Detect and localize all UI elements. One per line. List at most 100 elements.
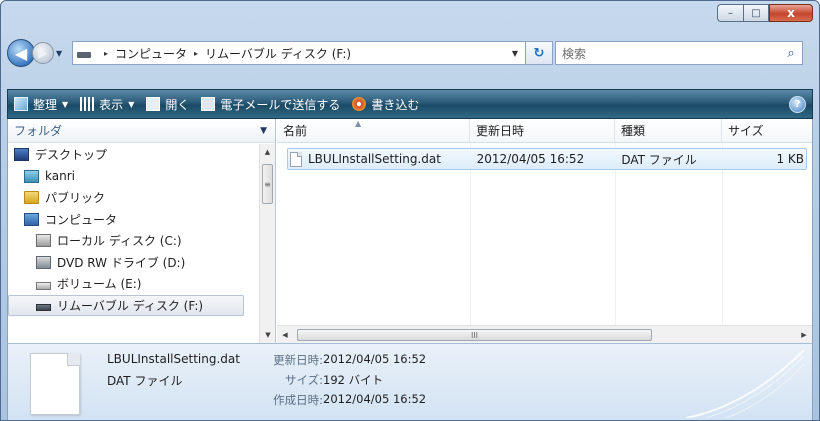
folder-tree: デスクトップ kanri パブリック コンピュータ ローカル ディスク (C:)	[8, 144, 258, 343]
property-modified: 更新日時: 2012/04/05 16:52	[263, 352, 426, 372]
dvd-drive-icon	[36, 255, 51, 269]
decorative-swoosh	[685, 349, 805, 418]
column-gridlines	[277, 143, 812, 325]
column-headers: ▲ 名前 更新日時 種類 サイズ	[277, 119, 812, 143]
content-area: フォルダ ▼ デスクトップ kanri パブリック コンピュータ ローカル ディ…	[7, 119, 813, 343]
tree-item-dvd-drive-d[interactable]: DVD RW ドライブ (D:)	[8, 252, 258, 274]
tree-item-local-disk-c[interactable]: ローカル ディスク (C:)	[8, 230, 258, 252]
property-value: 2012/04/05 16:52	[323, 392, 427, 406]
file-horizontal-scrollbar[interactable]: ◀ III ▶	[277, 325, 812, 343]
search-input[interactable]: 検索 ⌕	[555, 41, 803, 65]
property-size: サイズ: 192 バイト	[263, 372, 426, 392]
file-size-cell: 1 KB	[776, 152, 804, 166]
scroll-right-arrow-icon[interactable]: ▶	[796, 326, 812, 344]
explorer-window: – □ x ◀ ▶ ▼ ▸ コンピュータ ▸ リムーバブル ディスク (F:) …	[0, 0, 820, 421]
organize-button[interactable]: 整理 ▼	[14, 96, 68, 113]
views-label: 表示	[99, 97, 124, 112]
forward-button[interactable]: ▶	[32, 42, 54, 64]
tree-item-label: ローカル ディスク (C:)	[57, 234, 182, 249]
file-list-pane: ▲ 名前 更新日時 種類 サイズ LBULInstallSetting.dat …	[277, 119, 812, 343]
column-header-size[interactable]: サイズ	[722, 119, 809, 142]
details-file-name: LBULInstallSetting.dat	[107, 352, 240, 366]
column-header-date[interactable]: 更新日時	[470, 119, 615, 142]
property-label: サイズ:	[284, 373, 323, 387]
open-label: 開く	[165, 97, 190, 112]
scroll-thumb[interactable]: III	[297, 329, 652, 341]
minimize-button[interactable]: –	[717, 4, 743, 22]
local-disk-icon	[36, 234, 51, 248]
file-name-cell: LBULInstallSetting.dat	[288, 151, 471, 167]
removable-disk-icon	[77, 52, 91, 58]
maximize-button[interactable]: □	[743, 4, 769, 22]
scroll-thumb[interactable]: ≡	[262, 164, 273, 204]
tree-item-computer[interactable]: コンピュータ	[8, 209, 258, 231]
tree-item-kanri[interactable]: kanri	[8, 166, 258, 188]
address-bar[interactable]: ▸ コンピュータ ▸ リムーバブル ディスク (F:) ▼	[72, 41, 526, 65]
tree-item-label: リムーバブル ディスク (F:)	[57, 298, 204, 313]
views-button[interactable]: 表示 ▼	[80, 96, 134, 113]
back-button[interactable]: ◀	[7, 39, 35, 67]
file-date-cell: 2012/04/05 16:52	[476, 152, 585, 166]
breadcrumb-computer[interactable]: コンピュータ	[115, 45, 187, 62]
tree-item-removable-disk-f[interactable]: リムーバブル ディスク (F:)	[8, 294, 244, 316]
folder-vertical-scrollbar[interactable]: ▲ ≡ ▼	[259, 144, 275, 343]
open-icon	[146, 97, 161, 111]
large-document-icon	[30, 353, 80, 415]
email-button[interactable]: 電子メールで送信する	[201, 96, 340, 113]
crumb-separator[interactable]: ▸	[104, 49, 108, 58]
search-placeholder: 検索	[562, 46, 587, 61]
command-bar: 整理 ▼ 表示 ▼ 開く 電子メールで送信する 書き込む ?	[7, 89, 813, 119]
sort-ascending-icon: ▲	[355, 119, 362, 128]
user-folder-icon	[24, 169, 39, 183]
crumb-separator[interactable]: ▸	[194, 49, 198, 58]
folder-pane-title: フォルダ	[14, 124, 63, 138]
file-type-cell: DAT ファイル	[621, 152, 697, 167]
property-value: 2012/04/05 16:52	[323, 352, 427, 366]
volume-icon	[36, 281, 51, 290]
burn-button[interactable]: 書き込む	[352, 96, 419, 113]
column-header-name[interactable]: ▲ 名前	[277, 119, 470, 142]
caption-buttons: – □ x	[717, 4, 813, 22]
breadcrumb-removable-disk[interactable]: リムーバブル ディスク (F:)	[205, 45, 351, 62]
scroll-left-arrow-icon[interactable]: ◀	[277, 326, 293, 344]
chevron-down-icon: ▼	[62, 99, 69, 109]
help-button[interactable]: ?	[789, 95, 806, 113]
chevron-down-icon[interactable]: ▼	[260, 126, 267, 136]
property-created: 作成日時: 2012/04/05 16:52	[263, 392, 426, 412]
scroll-down-arrow-icon[interactable]: ▼	[260, 327, 276, 343]
folder-pane-header[interactable]: フォルダ ▼	[8, 119, 275, 143]
burn-label: 書き込む	[371, 97, 420, 112]
details-file-type: DAT ファイル	[107, 374, 183, 388]
property-label: 更新日時:	[273, 353, 323, 367]
scroll-up-arrow-icon[interactable]: ▲	[260, 144, 275, 160]
file-row[interactable]: LBULInstallSetting.dat 2012/04/05 16:52 …	[287, 148, 807, 170]
column-header-type[interactable]: 種類	[615, 119, 722, 142]
close-button[interactable]: x	[769, 4, 813, 22]
document-icon	[290, 151, 302, 167]
tree-item-label: DVD RW ドライブ (D:)	[57, 255, 186, 270]
email-icon	[201, 97, 216, 111]
tree-item-desktop[interactable]: デスクトップ	[8, 144, 258, 166]
search-icon[interactable]: ⌕	[780, 46, 802, 61]
public-folder-icon	[24, 191, 39, 205]
tree-item-volume-e[interactable]: ボリューム (E:)	[8, 273, 258, 295]
open-button[interactable]: 開く	[146, 96, 189, 113]
file-name: LBULInstallSetting.dat	[308, 152, 441, 166]
address-row: ◀ ▶ ▼ ▸ コンピュータ ▸ リムーバブル ディスク (F:) ▼ ↻ 検索…	[7, 38, 813, 68]
burn-disc-icon	[352, 97, 367, 111]
tree-item-label: デスクトップ	[35, 148, 108, 163]
removable-disk-icon	[36, 304, 51, 312]
tree-item-public[interactable]: パブリック	[8, 187, 258, 209]
views-icon	[80, 97, 95, 111]
tree-item-label: コンピュータ	[45, 212, 118, 227]
recent-pages-dropdown[interactable]: ▼	[56, 49, 68, 58]
column-header-label: 名前	[283, 124, 308, 138]
tree-item-label: ボリューム (E:)	[57, 277, 142, 292]
desktop-icon	[14, 148, 29, 162]
refresh-button[interactable]: ↻	[525, 41, 553, 65]
property-value: 192 バイト	[323, 373, 384, 387]
address-dropdown-button[interactable]: ▼	[505, 49, 525, 58]
computer-icon	[24, 212, 39, 226]
details-properties: 更新日時: 2012/04/05 16:52 サイズ: 192 バイト 作成日時…	[263, 352, 426, 412]
chevron-down-icon: ▼	[128, 99, 135, 109]
